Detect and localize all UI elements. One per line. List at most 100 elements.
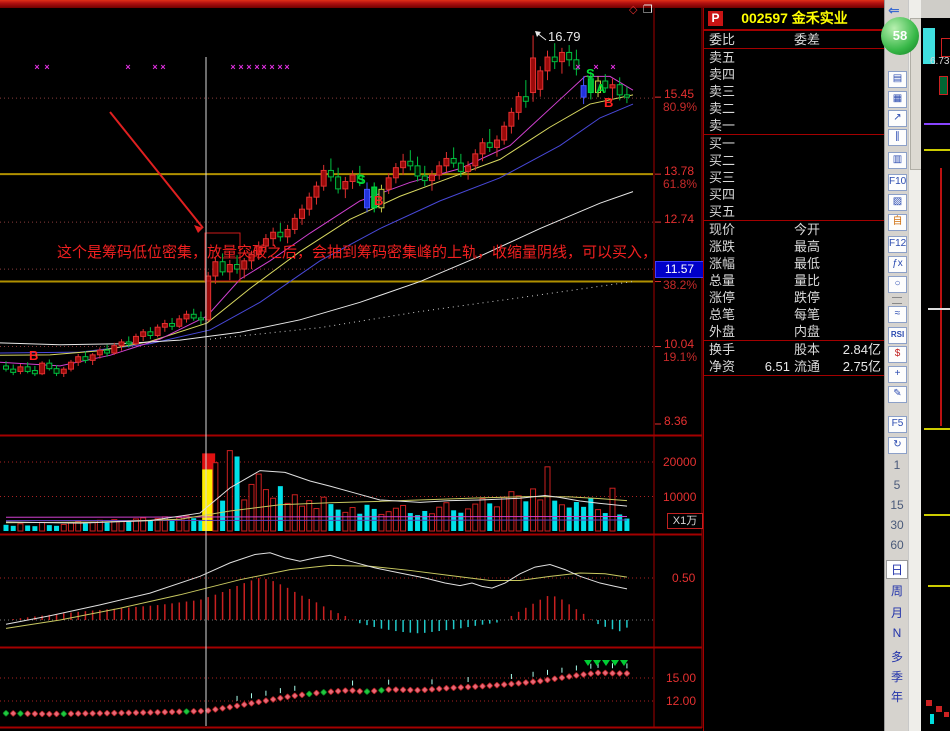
capital-row[interactable]: 换手 股本 2.84亿 bbox=[704, 340, 885, 358]
sell-level-row[interactable]: 卖二 bbox=[704, 100, 885, 117]
axis-label: 15.00 bbox=[666, 670, 697, 685]
axis-label: 19.1% bbox=[663, 349, 698, 364]
bg-purple-line bbox=[924, 123, 950, 125]
stock-code-name: 002597 金禾实业 bbox=[741, 10, 848, 26]
svg-text:×: × bbox=[125, 62, 130, 72]
signal-letter-b: B bbox=[374, 193, 384, 208]
svg-text:×: × bbox=[160, 62, 165, 72]
f5-switch-icon[interactable]: F5 bbox=[888, 416, 907, 433]
period-周[interactable]: 周 bbox=[885, 582, 909, 599]
sell-level-row[interactable]: 卖三 bbox=[704, 83, 885, 100]
quote-info-row[interactable]: 涨停 跌停 bbox=[704, 289, 885, 306]
svg-text:×: × bbox=[284, 62, 289, 72]
period-日[interactable]: 日 bbox=[886, 560, 908, 579]
quote-info-row[interactable]: 外盘 内盘 bbox=[704, 323, 885, 340]
circle-tool-icon[interactable]: ○ bbox=[888, 276, 907, 293]
bid-ratio-row[interactable]: 委比 委差 bbox=[704, 30, 885, 48]
svg-text:×: × bbox=[610, 62, 615, 72]
axis-label: 61.8% bbox=[663, 177, 698, 192]
panel-diamond-icon[interactable]: ◇ bbox=[629, 5, 637, 16]
wave-icon[interactable]: ≈ bbox=[888, 306, 907, 323]
period-1[interactable]: 1 bbox=[885, 458, 909, 472]
period-多[interactable]: 多 bbox=[885, 648, 909, 665]
minute-chart-icon[interactable]: ▤ bbox=[888, 71, 907, 88]
axis-label: 12.00 bbox=[666, 694, 697, 708]
axis-label: 15.45 bbox=[664, 87, 695, 102]
toolbar-grip[interactable] bbox=[892, 297, 902, 304]
quote-info-row[interactable]: 总量 量比 bbox=[704, 272, 885, 289]
analysis-annotation: 这个是筹码低位密集，放量突破之后，会抽到筹码密集峰的上轨，收缩量阴线，可以买入， bbox=[57, 244, 658, 261]
quote-sidebar: P 002597 金禾实业 委比 委差 卖五 卖四 卖三 卖二 卖一 买一 买二 买三 买四 买五 现价… bbox=[703, 8, 886, 731]
period-30[interactable]: 30 bbox=[885, 518, 909, 532]
buy-level-row[interactable]: 买一 bbox=[704, 134, 885, 152]
buy-level-row[interactable]: 买二 bbox=[704, 152, 885, 169]
svg-text:×: × bbox=[34, 62, 39, 72]
panel-maximize-icon[interactable]: ❐ bbox=[643, 5, 653, 16]
money-icon[interactable]: $ bbox=[888, 346, 907, 363]
sell-level-row[interactable]: 卖四 bbox=[704, 66, 885, 83]
market-ball-indicator[interactable]: 58 bbox=[881, 17, 919, 55]
quote-info-row[interactable]: 涨幅 最低 bbox=[704, 255, 885, 272]
signal-letter-b: B bbox=[29, 348, 39, 363]
svg-text:×: × bbox=[238, 62, 243, 72]
bg-candle-fragment bbox=[939, 76, 948, 95]
quote-info-row[interactable]: 总笔 每笔 bbox=[704, 306, 885, 323]
capital-row[interactable]: 净资 6.51 流通 2.75亿 bbox=[704, 358, 885, 375]
chart-canvas[interactable]: × × × × × × × × × × × × × × × × bbox=[0, 0, 705, 731]
quote-table-icon[interactable]: ▦ bbox=[888, 91, 907, 108]
period-60[interactable]: 60 bbox=[885, 538, 909, 552]
f12-trade-icon[interactable]: F12 bbox=[888, 236, 907, 253]
multi-page-icon[interactable]: ▥ bbox=[888, 152, 907, 169]
bg-window-chrome bbox=[921, 0, 950, 18]
svg-text:×: × bbox=[269, 62, 274, 72]
period-年[interactable]: 年 bbox=[885, 688, 909, 705]
axis-label: 10.04 bbox=[664, 336, 695, 351]
pencil-icon[interactable]: ✎ bbox=[888, 386, 907, 403]
period-季[interactable]: 季 bbox=[885, 668, 909, 685]
period-N[interactable]: N bbox=[885, 626, 909, 640]
axis-label: 38.2% bbox=[663, 277, 698, 292]
buy-level-row[interactable]: 买三 bbox=[704, 169, 885, 186]
trend-line-icon[interactable]: ↗ bbox=[888, 110, 907, 127]
signal-letter-s: S bbox=[357, 172, 366, 187]
signal-letter-b: B bbox=[604, 95, 614, 110]
stock-title-row[interactable]: P 002597 金禾实业 bbox=[704, 8, 885, 30]
buy-level-row[interactable]: 买四 bbox=[704, 186, 885, 203]
quote-info-row[interactable]: 现价 今开 bbox=[704, 220, 885, 238]
crosshair-price-tag: 11.57 bbox=[655, 261, 704, 278]
buy-level-row[interactable]: 买五 bbox=[704, 203, 885, 220]
svg-text:×: × bbox=[152, 62, 157, 72]
move-cross-icon[interactable]: + bbox=[888, 366, 907, 383]
f10-info-icon[interactable]: F10 bbox=[888, 174, 907, 191]
period-月[interactable]: 月 bbox=[885, 604, 909, 621]
kline-chart-icon[interactable]: ∥ bbox=[888, 129, 907, 146]
signal-letter-a: A bbox=[596, 81, 606, 96]
stock-trading-app: × × × × × × × × × × × × × × × × ◇ ❐ 16.79 这个是筹码低位密集，放量突… bbox=[0, 0, 950, 731]
svg-text:×: × bbox=[254, 62, 259, 72]
right-toolbar: ⇐ ▤ ▦ ↗ ∥ ▥ F10 ▨ 自 F12 ƒx ○ ≈ RSI $ + ✎ F5 ↻ 1 5 15 30 60 日周月 N… bbox=[884, 0, 909, 731]
quote-info-row[interactable]: 涨跌 最高 bbox=[704, 238, 885, 255]
scrollbar[interactable] bbox=[908, 0, 922, 731]
volume-unit-label: X1万 bbox=[667, 513, 703, 529]
sell-level-row[interactable]: 卖五 bbox=[704, 48, 885, 66]
bg-yellow-dash3 bbox=[924, 514, 950, 516]
svg-text:×: × bbox=[44, 62, 49, 72]
chart-folder-icon[interactable]: ▨ bbox=[888, 194, 907, 211]
bg-yellow-dash4 bbox=[928, 585, 950, 587]
axis-label: 8.36 bbox=[664, 414, 688, 428]
period-5[interactable]: 5 bbox=[885, 478, 909, 492]
bg-yellow-line bbox=[924, 149, 950, 151]
svg-text:×: × bbox=[261, 62, 266, 72]
rsi-icon[interactable]: RSI bbox=[888, 327, 907, 344]
axis-label: 20000 bbox=[663, 455, 697, 469]
axis-label: 80.9% bbox=[663, 100, 698, 115]
period-15[interactable]: 15 bbox=[885, 498, 909, 512]
bg-red-dot2 bbox=[936, 706, 942, 712]
sell-level-row[interactable]: 卖一 bbox=[704, 117, 885, 134]
self-select-icon[interactable]: 自 bbox=[888, 214, 907, 231]
bg-red-dot3 bbox=[944, 712, 949, 717]
svg-text:×: × bbox=[575, 62, 580, 72]
formula-icon[interactable]: ƒx bbox=[888, 256, 907, 273]
background-window: 6.73 bbox=[921, 0, 950, 731]
refresh-icon[interactable]: ↻ bbox=[888, 437, 907, 454]
